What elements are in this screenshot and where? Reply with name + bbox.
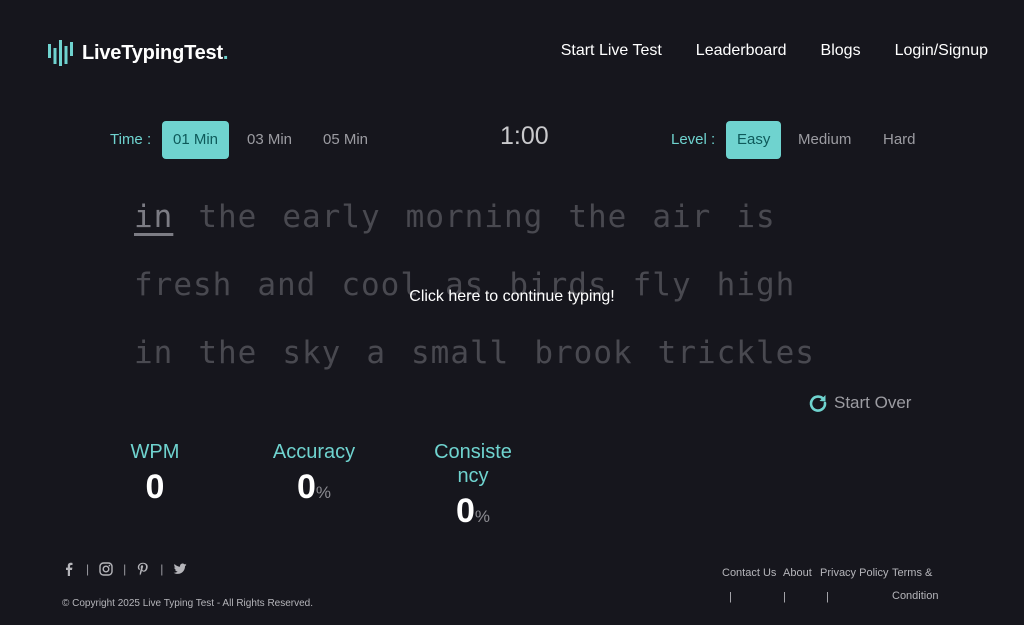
main-nav: Start Live Test Leaderboard Blogs Login/… [561,42,988,60]
wpm-value: 0 [145,468,165,506]
logo-text: LiveTypingTest [82,41,223,64]
accuracy-label: Accuracy [272,441,356,463]
logo[interactable]: LiveTypingTest. [48,38,228,68]
text-line: in the early morning the air is [134,193,914,261]
nav-blogs[interactable]: Blogs [821,42,861,60]
footer-link-about[interactable]: About [783,567,812,579]
word: the [198,199,258,235]
footer-link-contact-us[interactable]: Contact Us [722,567,776,579]
consistency-value: 0 [455,492,475,530]
level-option-hard[interactable]: Hard [872,121,927,159]
facebook-icon[interactable] [62,562,76,576]
nav-start-live-test[interactable]: Start Live Test [561,42,662,60]
start-over-label: Start Over [834,393,912,412]
social-links: | | | [62,562,187,576]
word-current: in [134,199,174,235]
start-over-button[interactable]: Start Over [808,393,911,413]
consistency-label-line2: ncy [457,465,489,487]
consistency-label-line1: Consiste [434,441,512,463]
time-option-01-min[interactable]: 01 Min [162,121,230,159]
consistency-unit: % [474,507,491,526]
level-option-medium[interactable]: Medium [787,121,862,159]
nav-leaderboard[interactable]: Leaderboard [696,42,787,60]
footer-separator: | [729,591,732,603]
restart-icon [809,395,827,412]
stat-consistency: Consiste ncy 0% [423,440,523,531]
word: a [366,335,386,371]
word: the [568,199,628,235]
footer-link-privacy-policy[interactable]: Privacy Policy [820,567,888,579]
word: air [652,199,712,235]
stat-accuracy: Accuracy 0% [258,440,370,507]
stat-wpm: WPM 0 [115,440,195,507]
timer-display: 1:00 [500,122,549,150]
footer-separator: | [826,591,829,603]
instagram-icon[interactable] [99,562,113,576]
time-label: Time : [110,131,152,148]
level-label: Level : [671,131,716,148]
footer-link-terms[interactable]: Terms & [892,567,932,579]
word: is [736,199,776,235]
pinterest-icon[interactable] [136,562,150,576]
accuracy-unit: % [315,483,332,502]
accuracy-value: 0 [296,468,316,506]
word: brook [534,335,633,371]
nav-login-signup[interactable]: Login/Signup [895,42,988,60]
footer-link-condition[interactable]: Condition [892,590,938,602]
time-option-03-min[interactable]: 03 Min [236,121,303,159]
twitter-icon[interactable] [173,562,187,576]
separator: | [86,562,90,576]
word: early [282,199,381,235]
level-option-easy[interactable]: Easy [726,121,782,159]
logo-bars-icon [48,40,73,66]
word: trickles [657,335,815,371]
copyright-text: © Copyright 2025 Live Typing Test - All … [62,598,314,609]
text-line: in the sky a small brook trickles [134,329,914,397]
continue-typing-prompt[interactable]: Click here to continue typing! [0,288,1024,306]
word: the [198,335,258,371]
separator: | [123,562,127,576]
word: morning [405,199,544,235]
logo-dot: . [222,41,229,64]
word: in [134,335,174,371]
footer-separator: | [783,591,786,603]
separator: | [160,562,164,576]
word: small [411,335,510,371]
time-option-05-min[interactable]: 05 Min [312,121,379,159]
wpm-label: WPM [130,441,180,463]
word: sky [282,335,342,371]
